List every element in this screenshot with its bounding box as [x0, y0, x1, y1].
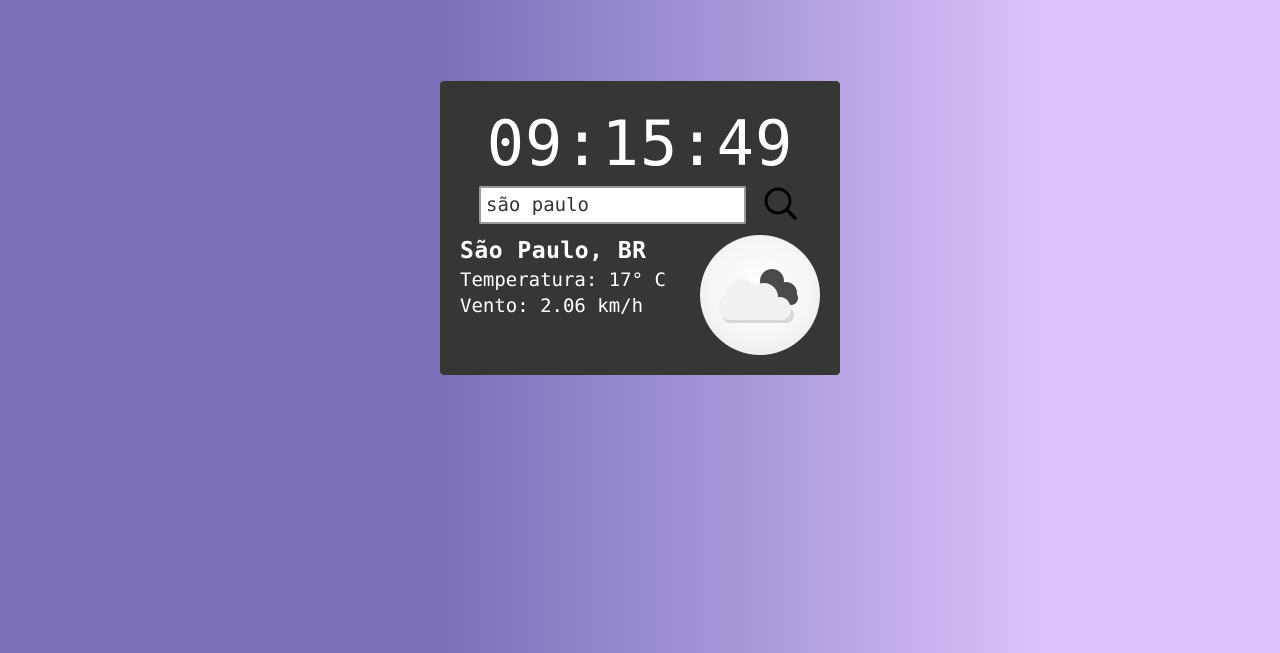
weather-info: São Paulo, BR Temperatura: 17° C Vento: …: [460, 235, 666, 319]
wind-value: 2.06 km/h: [540, 295, 644, 317]
temperature-value: 17° C: [608, 269, 666, 291]
city-search-input[interactable]: [479, 186, 746, 224]
temperature-line: Temperatura: 17° C: [460, 267, 666, 293]
cloudy-icon: [719, 269, 798, 323]
city-name: São Paulo, BR: [460, 238, 647, 264]
weather-card: 09:15:49 São Paulo, BR Temperatura: 17° …: [440, 81, 840, 375]
wind-line: Vento: 2.06 km/h: [460, 293, 666, 319]
search-button[interactable]: [762, 185, 800, 223]
wind-label: Vento:: [460, 295, 529, 317]
temperature-label: Temperatura:: [460, 269, 598, 291]
clock-display: 09:15:49: [486, 107, 794, 180]
search-icon: [764, 187, 797, 220]
weather-icon-badge: [700, 235, 820, 355]
